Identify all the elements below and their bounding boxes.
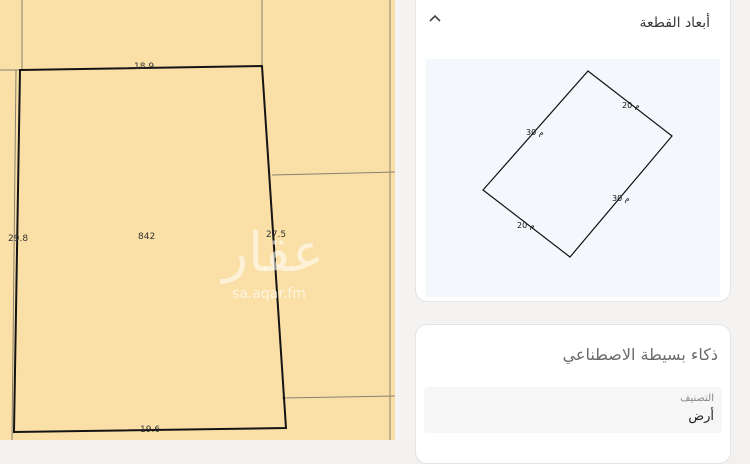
left-side-label: 29.8 [8,234,29,244]
chevron-up-icon[interactable] [428,11,442,25]
plot-area-label: 842 [138,232,156,242]
dim-label-top-right: 20 م [622,101,640,110]
ai-card-title: ذكاء بسيطة الاصطناعي [562,345,718,364]
dimensions-title: أبعاد القطعة [639,15,710,31]
dim-label-bottom-right: 30 م [612,194,630,203]
plot-map[interactable]: 18.9 842 29.8 27.5 19.6 عقار sa.aqar.fm [0,0,395,440]
ai-insights-card: ذكاء بسيطة الاصطناعي التصنيف أرض [415,324,731,464]
aqar-watermark-url: sa.aqar.fm [232,286,306,302]
classification-label: التصنيف [680,393,714,404]
bottom-side-label: 19.6 [140,425,161,435]
classification-field: التصنيف أرض [424,387,722,433]
dimensions-shape: 20 م 30 م 30 م 20 م [482,70,673,258]
details-panel: أبعاد القطعة 20 م 30 م 30 م 20 م ذكاء بس… [395,0,750,464]
dim-label-bottom-left: 20 م [517,221,535,230]
aqar-watermark-arabic: عقار [222,221,325,284]
dimensions-diagram: 20 م 30 م 30 م 20 م [426,59,720,297]
map-lines [0,0,395,440]
top-side-label: 18.9 [134,62,155,72]
classification-value: أرض [688,409,714,424]
plot-dimensions-card: أبعاد القطعة 20 م 30 م 30 م 20 م [415,0,731,302]
dim-label-top-left: 30 م [526,128,544,137]
